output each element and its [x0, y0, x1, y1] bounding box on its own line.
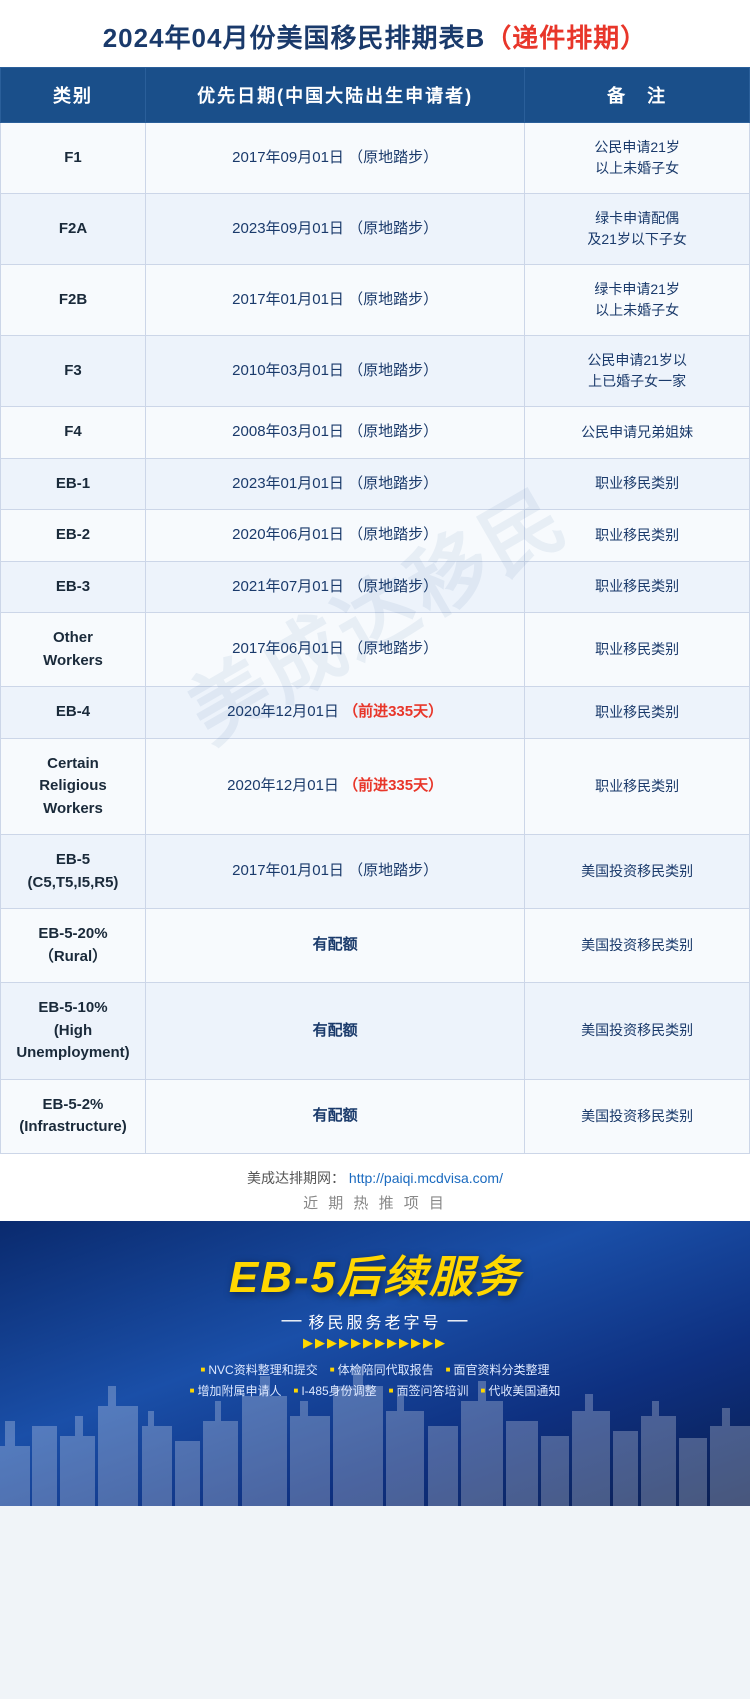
immigration-table: 类别 优先日期(中国大陆出生申请者) 备 注 F12017年09月01日 （原地…	[0, 67, 750, 1154]
table-row: EB-12023年01月01日 （原地踏步）职业移民类别	[1, 458, 750, 510]
table-row: EB-5-20% （Rural）有配额美国投资移民类别	[1, 909, 750, 983]
col-header-category: 类别	[1, 68, 146, 123]
cell-note: 美国投资移民类别	[525, 1079, 750, 1153]
table-row: EB-32021年07月01日 （原地踏步）职业移民类别	[1, 561, 750, 613]
cell-priority-date: 2023年09月01日 （原地踏步）	[145, 194, 524, 265]
cell-priority-date: 2017年09月01日 （原地踏步）	[145, 123, 524, 194]
cell-priority-date: 2017年06月01日 （原地踏步）	[145, 613, 524, 687]
banner-services-row1: NVC资料整理和提交体检陪同代取报告面官资料分类整理	[181, 1361, 570, 1378]
banner-logo-text: EB-5后续服务	[229, 1253, 521, 1302]
cell-category: F1	[1, 123, 146, 194]
subtitle-left-dash: —	[281, 1309, 302, 1332]
hot-projects-label: 近 期 热 推 项 目	[10, 1192, 740, 1213]
table-row: EB-42020年12月01日 （前进335天）职业移民类别	[1, 687, 750, 739]
cell-priority-date: 2020年06月01日 （原地踏步）	[145, 510, 524, 562]
cell-note: 公民申请21岁 以上未婚子女	[525, 123, 750, 194]
cell-note: 职业移民类别	[525, 687, 750, 739]
subtitle-right-dash: —	[448, 1309, 469, 1332]
cell-note: 绿卡申请配偶 及21岁以下子女	[525, 194, 750, 265]
table-row: EB-5 (C5,T5,I5,R5)2017年01月01日 （原地踏步）美国投资…	[1, 835, 750, 909]
cell-category: EB-5-20% （Rural）	[1, 909, 146, 983]
cell-note: 职业移民类别	[525, 458, 750, 510]
table-header-row: 类别 优先日期(中国大陆出生申请者) 备 注	[1, 68, 750, 123]
table-row: Certain Religious Workers2020年12月01日 （前进…	[1, 738, 750, 835]
cell-priority-date: 2023年01月01日 （原地踏步）	[145, 458, 524, 510]
website-label: 美成达排期网：	[247, 1170, 345, 1186]
banner-service-item: 体检陪同代取报告	[330, 1361, 434, 1378]
cell-category: EB-4	[1, 687, 146, 739]
cell-note: 职业移民类别	[525, 738, 750, 835]
footer-info: 美成达排期网： http://paiqi.mcdvisa.com/ 近 期 热 …	[0, 1154, 750, 1221]
banner-service-item: 增加附属申请人	[190, 1382, 282, 1399]
table-row: F42008年03月01日 （原地踏步）公民申请兄弟姐妹	[1, 407, 750, 459]
cell-note: 职业移民类别	[525, 510, 750, 562]
arrow-decoration: ▶▶▶▶▶▶▶▶▶▶▶▶	[303, 1335, 447, 1351]
table-row: EB-5-2% (Infrastructure)有配额美国投资移民类别	[1, 1079, 750, 1153]
cell-category: Certain Religious Workers	[1, 738, 146, 835]
cell-priority-date: 2017年01月01日 （原地踏步）	[145, 265, 524, 336]
banner-service-item: 面签问答培训	[389, 1382, 469, 1399]
cell-category: EB-2	[1, 510, 146, 562]
cell-priority-date: 2008年03月01日 （原地踏步）	[145, 407, 524, 459]
cell-note: 美国投资移民类别	[525, 983, 750, 1080]
cell-category: EB-5-10% (High Unemployment)	[1, 983, 146, 1080]
banner-logo: EB-5后续服务	[229, 1241, 521, 1305]
col-header-note: 备 注	[525, 68, 750, 123]
title-subtitle: （递件排期）	[485, 23, 647, 53]
cell-category: F2A	[1, 194, 146, 265]
table-row: EB-22020年06月01日 （原地踏步）职业移民类别	[1, 510, 750, 562]
cell-category: F3	[1, 336, 146, 407]
cell-priority-date: 2020年12月01日 （前进335天）	[145, 687, 524, 739]
cell-priority-date: 有配额	[145, 983, 524, 1080]
website-line: 美成达排期网： http://paiqi.mcdvisa.com/	[10, 1168, 740, 1188]
table-row: F12017年09月01日 （原地踏步）公民申请21岁 以上未婚子女	[1, 123, 750, 194]
banner-service-item: I-485身份调整	[293, 1382, 376, 1399]
col-header-priority-date: 优先日期(中国大陆出生申请者)	[145, 68, 524, 123]
cell-note: 公民申请21岁以 上已婚子女一家	[525, 336, 750, 407]
cell-category: EB-3	[1, 561, 146, 613]
banner-services-row2: 增加附属申请人 I-485身份调整面签问答培训代收美国通知	[170, 1382, 581, 1399]
cell-note: 美国投资移民类别	[525, 835, 750, 909]
cell-priority-date: 2020年12月01日 （前进335天）	[145, 738, 524, 835]
cell-category: F4	[1, 407, 146, 459]
cell-priority-date: 2010年03月01日 （原地踏步）	[145, 336, 524, 407]
header: 2024年04月份美国移民排期表B（递件排期）	[0, 0, 750, 67]
page-wrapper: 2024年04月份美国移民排期表B（递件排期） 美成达移民 类别 优先日期(中国…	[0, 0, 750, 1506]
cell-category: F2B	[1, 265, 146, 336]
cell-note: 美国投资移民类别	[525, 909, 750, 983]
cell-category: Other Workers	[1, 613, 146, 687]
cell-priority-date: 有配额	[145, 909, 524, 983]
cell-category: EB-1	[1, 458, 146, 510]
table-row: F32010年03月01日 （原地踏步）公民申请21岁以 上已婚子女一家	[1, 336, 750, 407]
subtitle-text: 移民服务老字号	[308, 1309, 441, 1333]
cell-note: 绿卡申请21岁 以上未婚子女	[525, 265, 750, 336]
table-row: Other Workers2017年06月01日 （原地踏步）职业移民类别	[1, 613, 750, 687]
cell-note: 公民申请兄弟姐妹	[525, 407, 750, 459]
table-row: EB-5-10% (High Unemployment)有配额美国投资移民类别	[1, 983, 750, 1080]
cell-category: EB-5 (C5,T5,I5,R5)	[1, 835, 146, 909]
table-row: F2B2017年01月01日 （原地踏步）绿卡申请21岁 以上未婚子女	[1, 265, 750, 336]
table-wrapper: 美成达移民 类别 优先日期(中国大陆出生申请者) 备 注 F12017年09月0…	[0, 67, 750, 1154]
banner-service-item: 面官资料分类整理	[446, 1361, 550, 1378]
cell-note: 职业移民类别	[525, 561, 750, 613]
cell-note: 职业移民类别	[525, 613, 750, 687]
banner-service-item: 代收美国通知	[481, 1382, 561, 1399]
banner-service-item: NVC资料整理和提交	[201, 1361, 318, 1378]
bottom-banner: EB-5后续服务 — 移民服务老字号 — ▶▶▶▶▶▶▶▶▶▶▶▶ NVC资料整…	[0, 1221, 750, 1506]
banner-subtitle: — 移民服务老字号 —	[281, 1309, 468, 1333]
cell-priority-date: 有配额	[145, 1079, 524, 1153]
title-text: 2024年04月份美国移民排期表B	[103, 23, 486, 53]
website-url[interactable]: http://paiqi.mcdvisa.com/	[349, 1170, 503, 1186]
page-title: 2024年04月份美国移民排期表B（递件排期）	[10, 18, 740, 55]
cell-priority-date: 2017年01月01日 （原地踏步）	[145, 835, 524, 909]
table-row: F2A2023年09月01日 （原地踏步）绿卡申请配偶 及21岁以下子女	[1, 194, 750, 265]
cell-priority-date: 2021年07月01日 （原地踏步）	[145, 561, 524, 613]
cell-category: EB-5-2% (Infrastructure)	[1, 1079, 146, 1153]
